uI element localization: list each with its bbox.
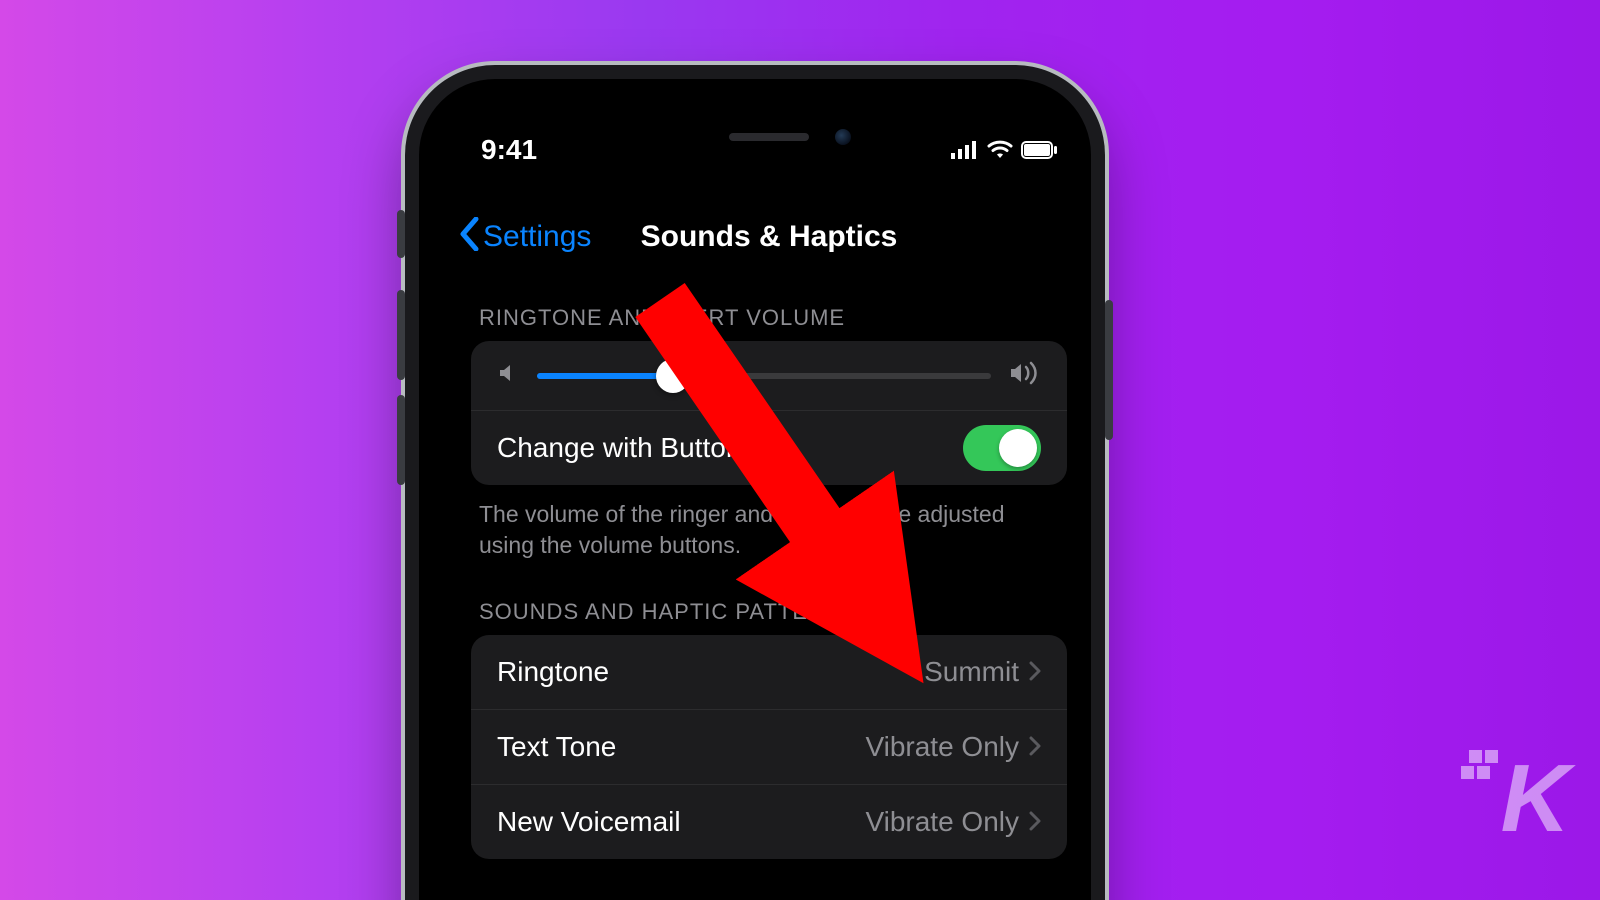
patterns-group: Ringtone Summit Text Tone Vibr xyxy=(471,635,1067,859)
new-voicemail-label: New Voicemail xyxy=(497,806,681,838)
back-label: Settings xyxy=(483,220,591,254)
battery-icon xyxy=(1021,134,1057,166)
earpiece-speaker xyxy=(729,133,809,141)
status-time: 9:41 xyxy=(481,134,537,166)
volume-down-button xyxy=(397,395,405,485)
front-camera xyxy=(835,129,851,145)
ringtone-row[interactable]: Ringtone Summit xyxy=(471,635,1067,709)
device-bezel: 9:41 xyxy=(419,79,1091,900)
settings-content: Settings Sounds & Haptics RINGTONE AND A… xyxy=(453,203,1085,859)
cellular-icon xyxy=(951,134,979,166)
device-frame: 9:41 xyxy=(405,65,1105,900)
status-icons xyxy=(951,134,1057,166)
volume-footer-note: The volume of the ringer and alerts can … xyxy=(453,485,1085,565)
section-header-patterns: SOUNDS AND HAPTIC PATTERNS xyxy=(453,565,1085,635)
mute-switch-button xyxy=(397,210,405,258)
chevron-right-icon xyxy=(1029,807,1041,838)
volume-slider-thumb[interactable] xyxy=(656,359,690,393)
watermark: K xyxy=(1501,744,1564,854)
speaker-low-icon xyxy=(497,362,519,389)
speaker-high-icon xyxy=(1009,361,1041,390)
ringtone-value: Summit xyxy=(924,656,1019,688)
change-with-buttons-label: Change with Buttons xyxy=(497,432,755,464)
volume-slider[interactable] xyxy=(537,373,991,379)
page-title: Sounds & Haptics xyxy=(641,220,898,254)
text-tone-row[interactable]: Text Tone Vibrate Only xyxy=(471,709,1067,784)
chevron-right-icon xyxy=(1029,657,1041,688)
volume-slider-row xyxy=(471,341,1067,410)
new-voicemail-row[interactable]: New Voicemail Vibrate Only xyxy=(471,784,1067,859)
nav-bar: Settings Sounds & Haptics xyxy=(453,203,1085,271)
text-tone-label: Text Tone xyxy=(497,731,616,763)
wifi-icon xyxy=(987,134,1013,166)
volume-group: Change with Buttons xyxy=(471,341,1067,485)
new-voicemail-value: Vibrate Only xyxy=(865,806,1019,838)
ringtone-label: Ringtone xyxy=(497,656,609,688)
page-background: 9:41 xyxy=(0,0,1600,900)
section-header-volume: RINGTONE AND ALERT VOLUME xyxy=(453,271,1085,341)
volume-slider-fill xyxy=(537,373,673,379)
change-with-buttons-row: Change with Buttons xyxy=(471,410,1067,485)
watermark-letter: K xyxy=(1501,745,1564,852)
device-screen: 9:41 xyxy=(453,113,1085,900)
watermark-dots xyxy=(1461,750,1501,790)
chevron-right-icon xyxy=(1029,732,1041,763)
volume-up-button xyxy=(397,290,405,380)
power-button xyxy=(1105,300,1113,440)
text-tone-value: Vibrate Only xyxy=(865,731,1019,763)
change-with-buttons-toggle[interactable] xyxy=(963,425,1041,471)
back-button[interactable]: Settings xyxy=(453,217,591,257)
chevron-left-icon xyxy=(459,217,479,257)
device-notch xyxy=(639,118,899,160)
